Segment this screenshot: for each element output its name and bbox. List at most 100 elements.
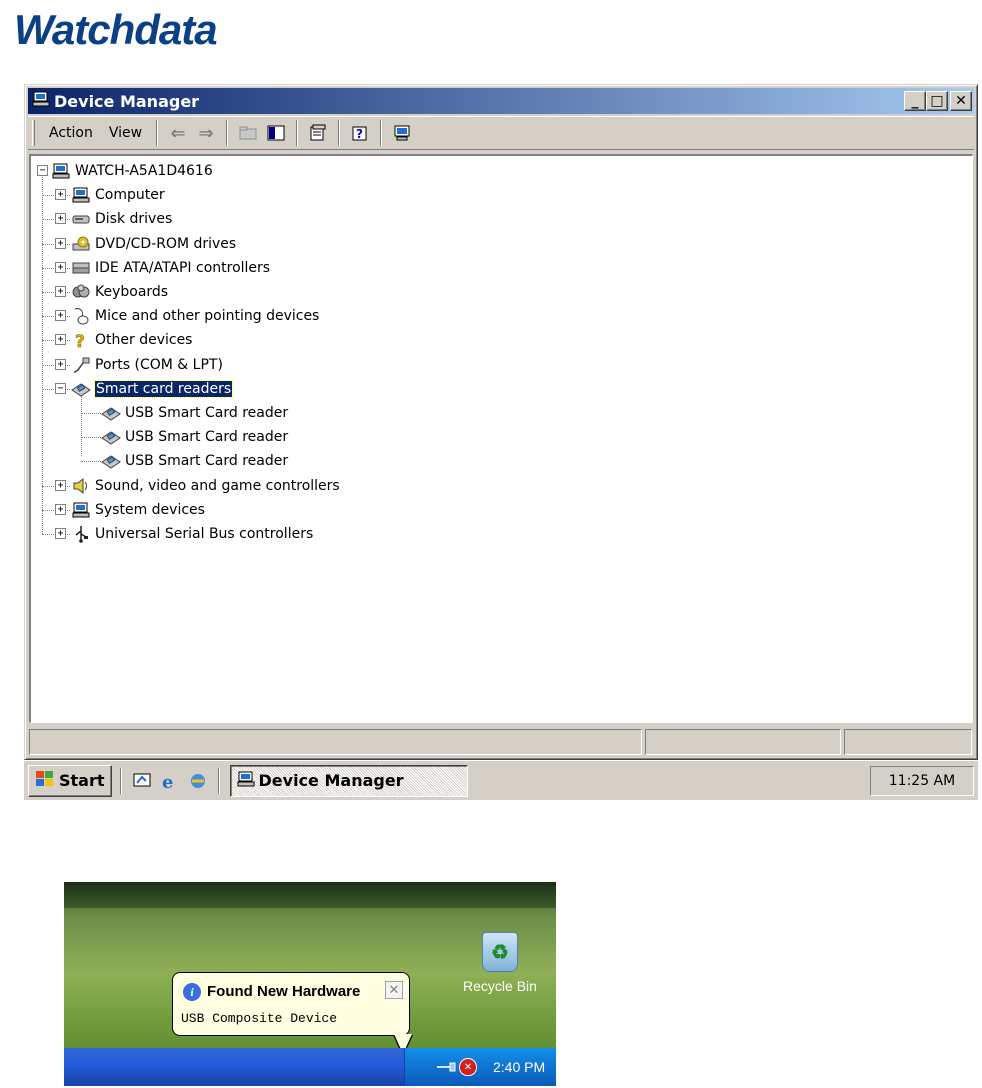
expand-icon[interactable]: +: [55, 286, 66, 297]
taskbar-separator: [217, 767, 220, 794]
expand-icon[interactable]: +: [55, 213, 66, 225]
expand-icon[interactable]: +: [55, 310, 66, 322]
start-label: Start: [59, 771, 105, 790]
watchdata-logo: Watchdata: [14, 6, 218, 53]
tree-item-disk[interactable]: Disk drives: [71, 208, 172, 230]
smartcard-icon: [101, 428, 121, 446]
svg-text:?: ?: [356, 127, 363, 141]
toolbar-grip: [32, 120, 35, 146]
show-hide-tree-icon[interactable]: [262, 120, 290, 146]
expand-icon[interactable]: +: [55, 503, 66, 515]
tree-item-keyboard[interactable]: Keyboards: [71, 281, 168, 303]
toolbar-separator: [380, 120, 383, 146]
tree-item-sound-label: Sound, video and game controllers: [95, 477, 340, 494]
tree-item-keyboard-label: Keyboards: [95, 284, 169, 300]
toolbar-separator: [296, 120, 299, 146]
security-shield-icon[interactable]: ✕: [457, 1056, 479, 1078]
tree-item-dvd-label: DVD/CD-ROM drives: [95, 235, 237, 252]
close-icon: ✕: [955, 93, 967, 109]
tree-item-mouse[interactable]: Mice and other pointing devices: [71, 305, 319, 327]
xp-desktop-snippet: ♻ Recycle Bin i Found New Hardware ✕ USB…: [64, 882, 556, 1086]
outlook-express-icon[interactable]: [184, 767, 212, 795]
tree-item-usb[interactable]: Universal Serial Bus controllers: [71, 523, 313, 545]
tree-item-dvd[interactable]: DVD/CD-ROM drives: [71, 233, 236, 255]
usb-device-icon[interactable]: [435, 1056, 457, 1078]
tree-item-computer[interactable]: Computer: [71, 184, 165, 206]
minimize-icon: _: [911, 93, 919, 109]
up-folder-icon[interactable]: [234, 120, 262, 146]
help-icon[interactable]: ?: [346, 120, 374, 146]
xp-clock: 2:40 PM: [493, 1059, 546, 1075]
computer-icon: [71, 186, 91, 204]
tree-line: [81, 437, 103, 439]
tree-item-usb-smart-card-reader[interactable]: USB Smart Card reader: [101, 426, 288, 448]
expand-icon[interactable]: +: [55, 358, 66, 370]
found-new-hardware-balloon[interactable]: i Found New Hardware ✕ USB Composite Dev…: [172, 972, 413, 1057]
tree-item-system-label: System devices: [95, 501, 205, 518]
tree-line: [81, 461, 103, 463]
tree-item-ide-label: IDE ATA/ATAPI controllers: [95, 259, 271, 276]
collapse-icon[interactable]: −: [55, 382, 66, 394]
balloon-title: Found New Hardware: [207, 983, 361, 1000]
title-bar[interactable]: Device Manager _ □ ✕: [28, 88, 974, 114]
collapse-icon[interactable]: −: [37, 165, 48, 176]
tree-item-disk-label: Disk drives: [95, 211, 173, 228]
close-icon: ✕: [388, 982, 400, 997]
internet-explorer-icon[interactable]: e: [156, 767, 184, 795]
close-button[interactable]: ✕: [950, 91, 972, 111]
back-arrow-icon[interactable]: ⇐: [164, 120, 192, 146]
keyboard-icon: [71, 283, 91, 301]
tree-item-other[interactable]: ? Other devices: [71, 329, 193, 351]
smartcard-icon: [101, 404, 121, 422]
mouse-icon: [71, 307, 91, 325]
tree-item-ports[interactable]: Ports (COM & LPT): [71, 354, 223, 376]
tree-item-usb-smart-card-reader[interactable]: USB Smart Card reader: [101, 450, 288, 472]
status-panel: [645, 729, 841, 755]
tree-item-usb-smart-card-reader-label: USB Smart Card reader: [125, 405, 289, 421]
expand-icon[interactable]: +: [55, 261, 66, 273]
tree-item-ide[interactable]: IDE ATA/ATAPI controllers: [71, 257, 270, 279]
show-desktop-icon[interactable]: [128, 767, 156, 795]
scan-hardware-icon[interactable]: [388, 120, 416, 146]
taskbar-device-manager-button[interactable]: Device Manager: [229, 764, 468, 797]
tree-item-mouse-label: Mice and other pointing devices: [95, 308, 320, 325]
expand-icon[interactable]: +: [55, 237, 66, 249]
menu-view[interactable]: View: [101, 121, 150, 145]
status-panel: [844, 729, 972, 755]
expand-icon[interactable]: +: [55, 528, 66, 539]
svg-text:e: e: [162, 772, 173, 791]
minimize-button[interactable]: _: [904, 91, 926, 111]
tree-item-sound[interactable]: Sound, video and game controllers: [71, 475, 340, 497]
recycle-bin[interactable]: ♻ Recycle Bin: [450, 932, 550, 994]
svg-text:?: ?: [75, 332, 85, 349]
taskbar: Start e Device Manager 11:25 AM: [24, 760, 978, 800]
device-tree: − WATCH-A5A1D4616 + Computer + Disk drives + DV…: [29, 154, 973, 723]
other-icon: ?: [71, 331, 91, 349]
system-tray: ✕ 2:40 PM: [404, 1048, 556, 1086]
recycle-bin-icon: ♻: [482, 932, 518, 972]
properties-icon[interactable]: [304, 120, 332, 146]
expand-icon[interactable]: +: [55, 334, 66, 346]
forward-arrow-icon[interactable]: ⇒: [192, 120, 220, 146]
window-title: Device Manager: [54, 91, 200, 111]
tree-item-usb-smart-card-reader-label: USB Smart Card reader: [125, 453, 289, 470]
maximize-button[interactable]: □: [926, 91, 948, 111]
tree-line: [81, 413, 103, 414]
tree-item-usb-smart-card-reader[interactable]: USB Smart Card reader: [101, 402, 288, 424]
expand-icon[interactable]: +: [55, 189, 66, 201]
menu-action[interactable]: Action: [41, 121, 101, 145]
system-icon: [71, 501, 91, 519]
smartcard-icon: [101, 452, 121, 470]
start-button[interactable]: Start: [28, 764, 112, 797]
tree-item-system[interactable]: System devices: [71, 499, 205, 521]
expand-icon[interactable]: +: [55, 479, 66, 491]
tree-root[interactable]: WATCH-A5A1D4616: [51, 160, 213, 182]
balloon-close-button[interactable]: ✕: [385, 981, 403, 999]
usb-icon: [71, 525, 91, 543]
status-panel: [29, 729, 642, 755]
computer-icon: [51, 162, 71, 180]
tree-item-other-label: Other devices: [95, 332, 193, 349]
tree-item-usb-smart-card-reader-label: USB Smart Card reader: [125, 429, 289, 446]
tree-item-smartcard[interactable]: Smart card readers: [71, 378, 234, 400]
computer-icon: [32, 91, 50, 111]
